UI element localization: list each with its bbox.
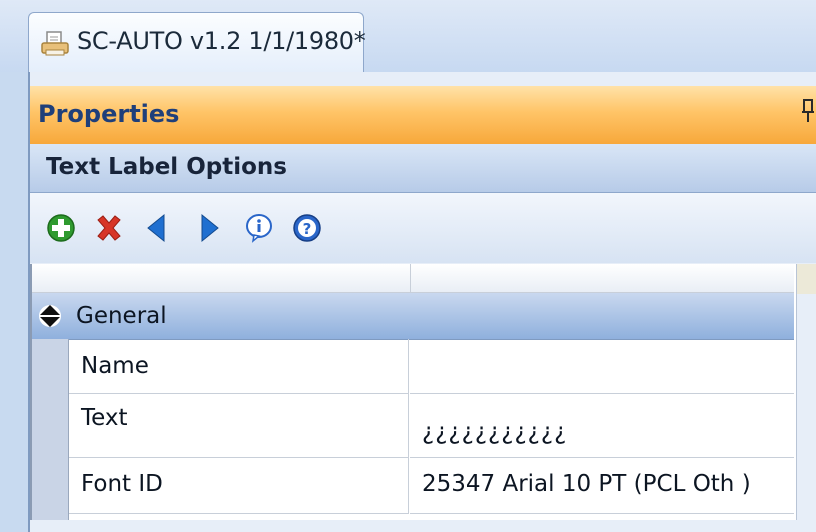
help-icon[interactable]: ? bbox=[292, 213, 322, 243]
panel-background-edge bbox=[794, 264, 816, 294]
group-label: General bbox=[76, 303, 167, 329]
collapse-icon[interactable] bbox=[38, 304, 62, 328]
column-divider[interactable] bbox=[410, 264, 411, 292]
property-grid: General Name Text ¿¿¿¿¿¿¿¿¿¿¿ Font ID 25… bbox=[30, 264, 797, 520]
text-label-options-header: Text Label Options bbox=[30, 144, 816, 193]
toolbar: ? bbox=[30, 193, 816, 263]
property-value[interactable]: 25347 Arial 10 PT (PCL Oth ) bbox=[410, 458, 794, 514]
document-printer-icon bbox=[41, 31, 69, 56]
property-value[interactable] bbox=[410, 339, 794, 394]
add-icon[interactable] bbox=[46, 213, 76, 243]
svg-text:?: ? bbox=[303, 220, 312, 238]
document-tab-strip: SC-AUTO v1.2 1/1/1980* bbox=[0, 0, 816, 74]
info-icon[interactable] bbox=[244, 213, 274, 243]
property-name: Font ID bbox=[69, 458, 409, 514]
pin-icon[interactable] bbox=[802, 96, 816, 124]
grid-column-header bbox=[32, 264, 794, 293]
property-value[interactable]: ¿¿¿¿¿¿¿¿¿¿¿ bbox=[410, 394, 794, 458]
previous-icon[interactable] bbox=[142, 213, 172, 243]
document-tab[interactable]: SC-AUTO v1.2 1/1/1980* bbox=[28, 12, 366, 74]
next-icon[interactable] bbox=[194, 213, 224, 243]
property-name: Name bbox=[69, 339, 409, 394]
section-title: Text Label Options bbox=[46, 154, 287, 180]
property-name: Text bbox=[69, 394, 409, 458]
delete-icon[interactable] bbox=[94, 213, 124, 243]
document-tab-title: SC-AUTO v1.2 1/1/1980* bbox=[77, 27, 366, 55]
group-row-general[interactable]: General bbox=[32, 293, 794, 340]
properties-panel-title: Properties bbox=[38, 100, 180, 128]
properties-panel-header: Properties bbox=[30, 86, 816, 145]
grid-indent-margin bbox=[32, 339, 69, 520]
